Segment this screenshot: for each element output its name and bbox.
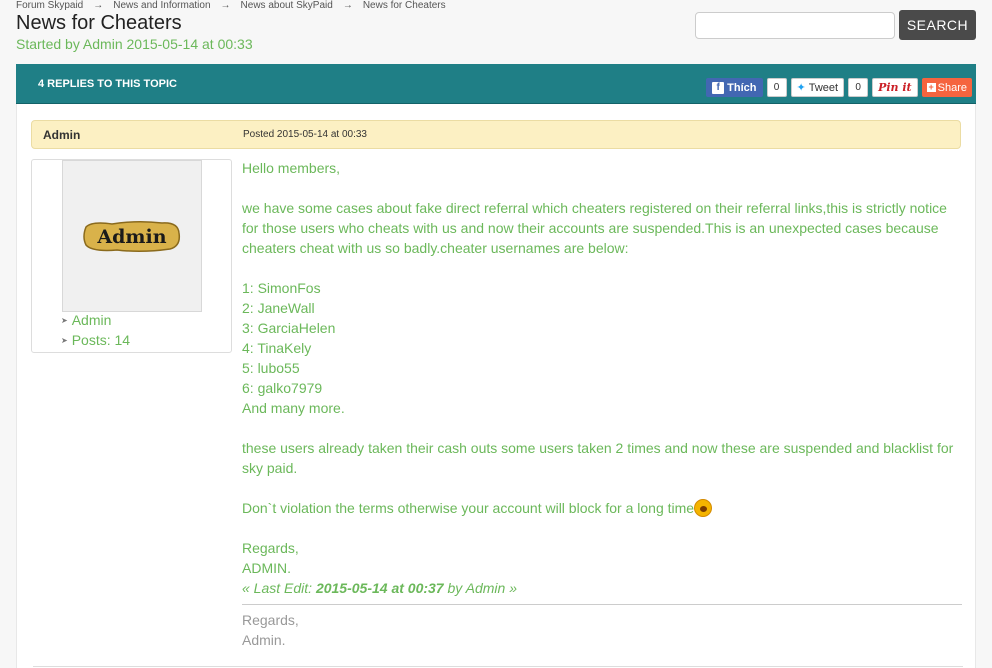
signature-divider (242, 604, 962, 605)
breadcrumb-item-forum[interactable]: Forum Skypaid (16, 0, 83, 11)
last-edit-prefix: « Last Edit: (242, 580, 316, 596)
breadcrumb-item-news-info[interactable]: News and Information (113, 0, 210, 11)
bullet-arrow-icon: ➤ (61, 335, 68, 345)
signature-regards: Regards, (242, 612, 299, 628)
cheater-item: 6: galko7979 (242, 380, 323, 396)
avatar[interactable]: Admin (62, 160, 202, 312)
facebook-like-button[interactable]: f Thích (706, 78, 763, 97)
post-paragraph-3-text: Don`t violation the terms otherwise your… (242, 500, 695, 516)
cheater-item: 5: lubo55 (242, 360, 300, 376)
profile-group-label: Admin (71, 312, 112, 328)
breadcrumb-separator: → (93, 0, 104, 11)
post-paragraph-3: Don`t violation the terms otherwise your… (242, 498, 967, 518)
search-button[interactable]: SEARCH (899, 10, 976, 40)
last-edit-by: by Admin » (443, 580, 517, 596)
replies-count-label: 4 REPLIES TO THIS TOPIC (38, 78, 177, 90)
post-author-name[interactable]: Admin (43, 128, 80, 142)
angry-face-icon (694, 499, 713, 517)
avatar-lettering: Admin (96, 226, 166, 248)
last-edit-note: « Last Edit: 2015-05-14 at 00:37 by Admi… (242, 578, 967, 598)
post-and-more: And many more. (242, 400, 345, 416)
tweet-button[interactable]: ✦ Tweet (790, 78, 845, 97)
post-paragraph-2: these users already taken their cash out… (242, 440, 954, 476)
tweet-count: 0 (848, 78, 869, 97)
profile-group: ➤ Admin (61, 312, 111, 328)
post-signoff: ADMIN. (242, 560, 291, 576)
signature-name: Admin. (242, 632, 286, 648)
twitter-bird-icon: ✦ (796, 82, 806, 94)
post-container: Admin Posted 2015-05-14 at 00:33 Admin ➤… (16, 104, 976, 668)
post-greeting: Hello members, (242, 160, 341, 176)
cheater-item: 4: TinaKely (242, 340, 312, 356)
profile-posts: ➤ Posts: 14 (61, 332, 130, 348)
page-title: News for Cheaters (16, 12, 182, 34)
facebook-like-label: Thích (727, 81, 757, 94)
bullet-arrow-icon: ➤ (61, 315, 68, 325)
breadcrumb-item-news-skypaid[interactable]: News about SkyPaid (241, 0, 333, 11)
post-signature: Regards, Admin. (242, 610, 299, 650)
breadcrumb-item-current[interactable]: News for Cheaters (363, 0, 446, 11)
profile-posts-label: Posts: 14 (71, 332, 131, 348)
plus-icon: + (926, 82, 936, 92)
post-paragraph-1: we have some cases about fake direct ref… (242, 200, 947, 256)
facebook-like-count: 0 (766, 78, 787, 97)
admin-avatar-image: Admin (83, 220, 181, 253)
pinterest-button[interactable]: Pin it (872, 78, 918, 97)
breadcrumb: Forum Skypaid → News and Information → N… (16, 0, 446, 11)
author-profile-card: Admin ➤ Admin ➤ Posts: 14 (31, 159, 232, 353)
post-bottom-border (33, 666, 963, 667)
post-header: Admin Posted 2015-05-14 at 00:33 (31, 120, 961, 149)
share-label: Share (937, 81, 967, 94)
social-share-row: f Thích 0 ✦ Tweet 0 Pin it + Share (706, 78, 972, 97)
cheater-item: 1: SimonFos (242, 280, 321, 296)
share-button[interactable]: + Share (921, 78, 972, 97)
search-input[interactable] (695, 12, 895, 39)
post-date: Posted 2015-05-14 at 00:33 (243, 129, 367, 140)
breadcrumb-separator: → (220, 0, 231, 11)
topic-bar: 4 REPLIES TO THIS TOPIC f Thích 0 ✦ Twee… (16, 64, 976, 104)
topic-started-by: Started by Admin 2015-05-14 at 00:33 (16, 36, 253, 52)
tweet-label: Tweet (808, 81, 839, 94)
post-body: Hello members, we have some cases about … (242, 158, 967, 598)
cheater-item: 3: GarciaHelen (242, 320, 336, 336)
facebook-icon: f (712, 81, 725, 94)
post-regards: Regards, (242, 540, 299, 556)
last-edit-date: 2015-05-14 at 00:37 (315, 580, 444, 596)
breadcrumb-separator: → (342, 0, 353, 11)
cheater-item: 2: JaneWall (242, 300, 315, 316)
